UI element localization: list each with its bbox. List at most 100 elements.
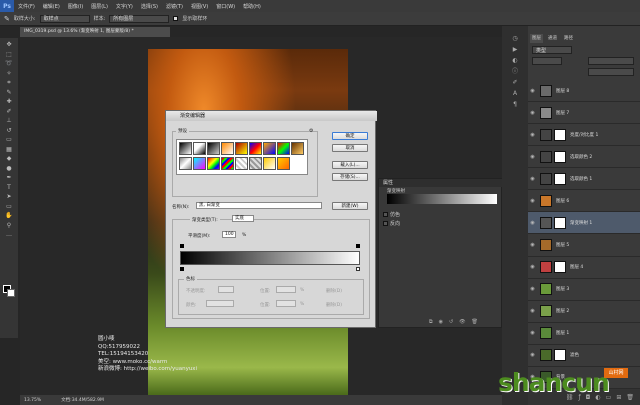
new-layer-icon[interactable]: ⊞ [616,394,621,401]
menu-filter[interactable]: 滤镜(T) [162,3,187,10]
gradient-tool-icon[interactable]: ▦ [3,145,16,155]
reverse-checkbox[interactable] [383,221,388,226]
layer-mask-thumbnail[interactable] [554,128,566,141]
color-stop-left[interactable] [180,267,184,271]
preset-swatch[interactable] [235,142,248,155]
zoom-level[interactable]: 13.75% [24,398,41,403]
visibility-eye-icon[interactable]: ◉ [528,132,537,138]
layer-row[interactable]: ◉ 图层 7 [528,102,640,125]
sample-size-dropdown[interactable]: 取样点 [39,14,90,23]
eraser-tool-icon[interactable]: ▭ [3,135,16,145]
visibility-eye-icon[interactable]: ◉ [528,264,537,270]
preset-swatch[interactable] [235,157,248,170]
menu-edit[interactable]: 编辑(E) [39,3,64,10]
layer-kind-filter[interactable]: 类型 [532,46,572,54]
layer-row[interactable]: ◉ 图层 6 [528,190,640,213]
preset-swatch[interactable] [263,157,276,170]
dither-checkbox[interactable] [383,212,388,217]
opacity-field[interactable] [588,57,634,65]
visibility-icon[interactable]: ◉ [439,319,443,325]
zoom-tool-icon[interactable]: ⚲ [3,221,16,231]
reset-icon[interactable]: ↺ [449,319,453,325]
layer-mask-thumbnail[interactable] [554,216,566,229]
eye-icon[interactable]: 👁 [459,319,465,325]
preset-swatch[interactable] [249,157,262,170]
eyedropper-icon[interactable]: ✎ [4,15,10,23]
new-button[interactable]: 新建(W) [332,202,368,210]
preset-swatch[interactable] [193,157,206,170]
layer-row[interactable]: ◉ 滤色 [528,345,640,367]
menu-help[interactable]: 帮助(H) [239,3,265,10]
pen-tool-icon[interactable]: ✒ [3,173,16,183]
menu-type[interactable]: 文字(Y) [112,3,137,10]
show-ring-checkbox[interactable] [173,16,179,21]
dodge-tool-icon[interactable]: ● [3,164,16,174]
layer-row[interactable]: ◉ 选取颜色 1 [528,168,640,191]
layer-row[interactable]: ◉ 图层 2 [528,301,640,323]
clip-icon[interactable]: ⧉ [429,319,433,325]
presets-grid[interactable] [176,139,308,175]
stamp-tool-icon[interactable]: ⊥ [3,116,16,126]
preset-swatch[interactable] [179,142,192,155]
visibility-eye-icon[interactable]: ◉ [528,154,537,160]
layer-mask-thumbnail[interactable] [554,150,566,163]
preset-swatch[interactable] [277,142,290,155]
opacity-stop-left[interactable] [180,244,184,248]
marquee-tool-icon[interactable]: ⬚ [3,50,16,60]
document-tab[interactable]: IMG_0319.psd @ 13.6% (渐变映射 1, 图层蒙版/8) * [20,27,170,37]
more-tools-icon[interactable]: … [3,230,16,240]
tab-paths[interactable]: 路径 [562,34,575,43]
gradient-map-preview[interactable] [387,194,497,204]
tab-layers[interactable]: 图层 [530,34,543,43]
visibility-eye-icon[interactable]: ◉ [528,176,537,182]
paragraph-icon[interactable]: ¶ [509,100,521,109]
shape-tool-icon[interactable]: ▭ [3,202,16,212]
opacity-stop-right[interactable] [356,244,360,248]
info-icon[interactable]: ⓘ [509,67,521,76]
visibility-eye-icon[interactable]: ◉ [528,242,537,248]
menu-select[interactable]: 选择(S) [137,3,162,10]
trash-icon[interactable]: 🗑 [472,319,478,325]
layer-row[interactable]: ◉ 图层 1 [528,323,640,345]
menu-window[interactable]: 窗口(W) [212,3,239,10]
color-stop-right[interactable] [356,267,360,271]
layer-row[interactable]: ◉ 图层 4 [528,257,640,279]
preset-swatch[interactable] [263,142,276,155]
preset-swatch[interactable] [207,142,220,155]
eyedropper-tool-icon[interactable]: ✎ [3,88,16,98]
character-icon[interactable]: A [509,89,521,98]
type-dropdown[interactable]: 实底 [232,215,254,222]
type-tool-icon[interactable]: T [3,183,16,193]
background-color[interactable] [7,289,15,297]
visibility-eye-icon[interactable]: ◉ [528,220,537,226]
menu-view[interactable]: 视图(V) [187,3,212,10]
move-tool-icon[interactable]: ✥ [3,40,16,50]
visibility-eye-icon[interactable]: ◉ [528,88,537,94]
layer-row[interactable]: ◉ 亮度/对比度 1 [528,124,640,147]
layer-row[interactable]: ◉ 图层 3 [528,279,640,301]
path-select-tool-icon[interactable]: ➤ [3,192,16,202]
fill-field[interactable] [588,68,634,76]
crop-tool-icon[interactable]: ⌗ [3,78,16,88]
brush-tool-icon[interactable]: ✐ [3,107,16,117]
layer-row[interactable]: ◉ 渐变映射 1 [528,212,640,235]
cancel-button[interactable]: 取消 [332,144,368,152]
tab-channels[interactable]: 通道 [546,34,559,43]
preset-swatch[interactable] [291,142,304,155]
preset-swatch[interactable] [179,157,192,170]
visibility-eye-icon[interactable]: ◉ [528,308,537,314]
preset-swatch[interactable] [207,157,220,170]
healing-tool-icon[interactable]: ✚ [3,97,16,107]
menu-layer[interactable]: 图层(L) [87,3,112,10]
sample-dropdown[interactable]: 所有图层 [109,14,170,23]
preset-swatch[interactable] [277,157,290,170]
gradient-bar[interactable] [180,251,360,265]
history-brush-tool-icon[interactable]: ↺ [3,126,16,136]
visibility-eye-icon[interactable]: ◉ [528,330,537,336]
preset-swatch[interactable] [249,142,262,155]
menu-image[interactable]: 图像(I) [64,3,87,10]
visibility-eye-icon[interactable]: ◉ [528,286,537,292]
preset-swatch[interactable] [193,142,206,155]
presets-menu-icon[interactable]: ⚙ [309,128,313,134]
adjustments-icon[interactable]: ◐ [509,56,521,65]
